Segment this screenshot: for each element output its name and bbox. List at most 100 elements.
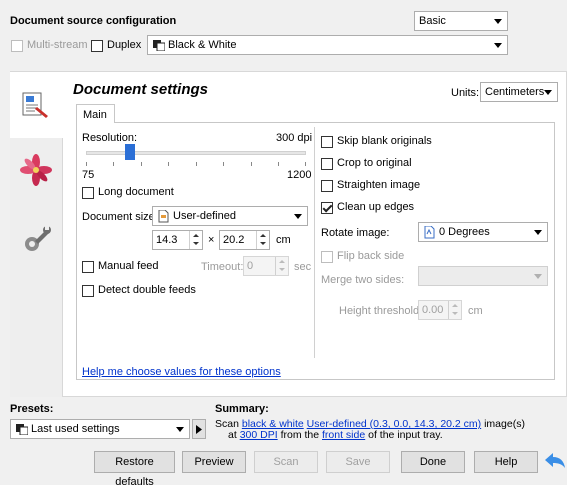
height-threshold-input[interactable]: 0.00 [418, 300, 462, 320]
color-mode-icon [153, 40, 165, 51]
category-tab-image[interactable] [10, 140, 63, 202]
height-spinner-icon[interactable] [256, 231, 269, 249]
crop-checkbox[interactable] [321, 158, 333, 170]
document-settings-title: Document settings [73, 81, 209, 98]
rotate-label: Rotate image: [321, 227, 390, 239]
duplex-checkbox[interactable] [91, 40, 103, 52]
category-tab-document[interactable] [10, 72, 63, 138]
summary-line-2: at 300 DPI from the front side of the in… [215, 430, 560, 441]
presets-menu-button[interactable] [192, 419, 206, 439]
rotate-page-icon [424, 226, 435, 239]
mode-select[interactable]: Basic [414, 11, 508, 31]
chevron-down-icon [494, 43, 502, 48]
detect-double-feeds-label: Detect double feeds [98, 284, 196, 296]
summary-dpi-link[interactable]: 300 DPI [240, 429, 278, 441]
merge-sides-label: Merge two sides: [321, 274, 405, 286]
flower-icon [20, 154, 52, 186]
height-threshold-label: Height threshold: [339, 305, 423, 317]
skip-blank-checkbox[interactable] [321, 136, 333, 148]
category-tab-advanced[interactable] [10, 205, 63, 267]
summary-from-word: from the [280, 429, 320, 441]
presets-select[interactable]: Last used settings [10, 419, 190, 439]
multistream-label: Multi-stream [27, 39, 88, 51]
timeout-label: Timeout: [201, 261, 244, 273]
done-button[interactable]: Done [401, 451, 465, 473]
crop-label: Crop to original [337, 157, 412, 169]
manual-feed-label: Manual feed [98, 260, 159, 272]
width-input[interactable]: 14.3 [152, 230, 203, 250]
source-config-title: Document source configuration [10, 15, 177, 27]
height-threshold-spinner-icon[interactable] [448, 301, 461, 319]
summary-side-link[interactable]: front side [322, 429, 365, 441]
color-mode-select[interactable]: Black & White [147, 35, 508, 55]
straighten-label: Straighten image [337, 179, 421, 191]
timeout-input[interactable]: 0 [243, 256, 289, 276]
tab-main-label: Main [83, 109, 107, 121]
straighten-checkbox[interactable] [321, 180, 333, 192]
flip-back-label: Flip back side [337, 250, 405, 262]
long-document-checkbox[interactable] [82, 187, 94, 199]
rotate-select[interactable]: 0 Degrees [418, 222, 548, 242]
back-arrow-icon[interactable] [544, 452, 566, 470]
wrench-icon [25, 226, 51, 251]
resolution-max: 1200 [287, 169, 312, 181]
slider-tick [305, 162, 306, 166]
presets-label: Presets: [10, 403, 54, 415]
save-button[interactable]: Save [326, 451, 390, 473]
timeout-value: 0 [247, 260, 254, 272]
multistream-checkbox[interactable] [11, 40, 23, 52]
timeout-spinner-icon[interactable] [275, 257, 288, 275]
resolution-value: 300 dpi [276, 132, 313, 144]
document-size-select[interactable]: User-defined [152, 206, 308, 226]
long-document-label: Long document [98, 186, 174, 198]
summary-image-word: image(s) [484, 418, 525, 430]
chevron-down-icon [494, 19, 502, 24]
summary-text: Scan black & white User-defined (0.3, 0.… [215, 419, 560, 441]
summary-label: Summary: [215, 403, 269, 415]
chevron-down-icon [544, 90, 552, 95]
times-sign: × [208, 234, 215, 246]
units-label: Units: [451, 87, 480, 99]
duplex-label: Duplex [107, 39, 142, 51]
skip-blank-label: Skip blank originals [337, 135, 432, 147]
color-mode-value: Black & White [168, 39, 237, 51]
slider-tick [86, 162, 87, 166]
scan-button[interactable]: Scan [254, 451, 318, 473]
resolution-slider-track[interactable] [86, 151, 306, 155]
height-threshold-value: 0.00 [422, 304, 444, 316]
resolution-slider-thumb[interactable] [125, 144, 135, 160]
chevron-down-icon [176, 427, 184, 432]
tab-content [76, 122, 555, 380]
clean-edges-checkbox[interactable] [321, 202, 333, 214]
resolution-ticks [86, 162, 306, 166]
help-choose-link[interactable]: Help me choose values for these options [82, 366, 281, 378]
manual-feed-checkbox[interactable] [82, 261, 94, 273]
preview-button[interactable]: Preview [182, 451, 246, 473]
slider-tick [278, 162, 279, 166]
presets-value: Last used settings [31, 423, 120, 435]
triangle-right-icon [196, 425, 202, 434]
units-select[interactable]: Centimeters [480, 82, 558, 102]
rotate-value: 0 Degrees [439, 226, 490, 238]
chevron-down-icon [294, 214, 302, 219]
slider-tick [223, 162, 224, 166]
detect-double-feeds-checkbox[interactable] [82, 285, 94, 297]
chevron-down-icon [534, 230, 542, 235]
restore-defaults-button[interactable]: Restore defaults [94, 451, 175, 485]
units-value: Centimeters [485, 86, 545, 98]
resolution-min: 75 [82, 169, 95, 181]
document-settings-icon [22, 92, 48, 118]
timeout-unit: sec [294, 261, 312, 273]
flip-back-checkbox[interactable] [321, 251, 333, 263]
tab-main[interactable]: Main [76, 104, 115, 123]
height-value: 20.2 [223, 234, 245, 246]
resolution-label: Resolution: [82, 132, 138, 144]
clean-edges-label: Clean up edges [337, 201, 415, 213]
document-size-label: Document size: [82, 211, 158, 223]
chevron-down-icon [534, 274, 542, 279]
width-spinner-icon[interactable] [189, 231, 202, 249]
height-input[interactable]: 20.2 [219, 230, 270, 250]
mode-select-value: Basic [419, 15, 446, 27]
merge-sides-select[interactable] [418, 266, 548, 286]
help-button[interactable]: Help [474, 451, 538, 473]
